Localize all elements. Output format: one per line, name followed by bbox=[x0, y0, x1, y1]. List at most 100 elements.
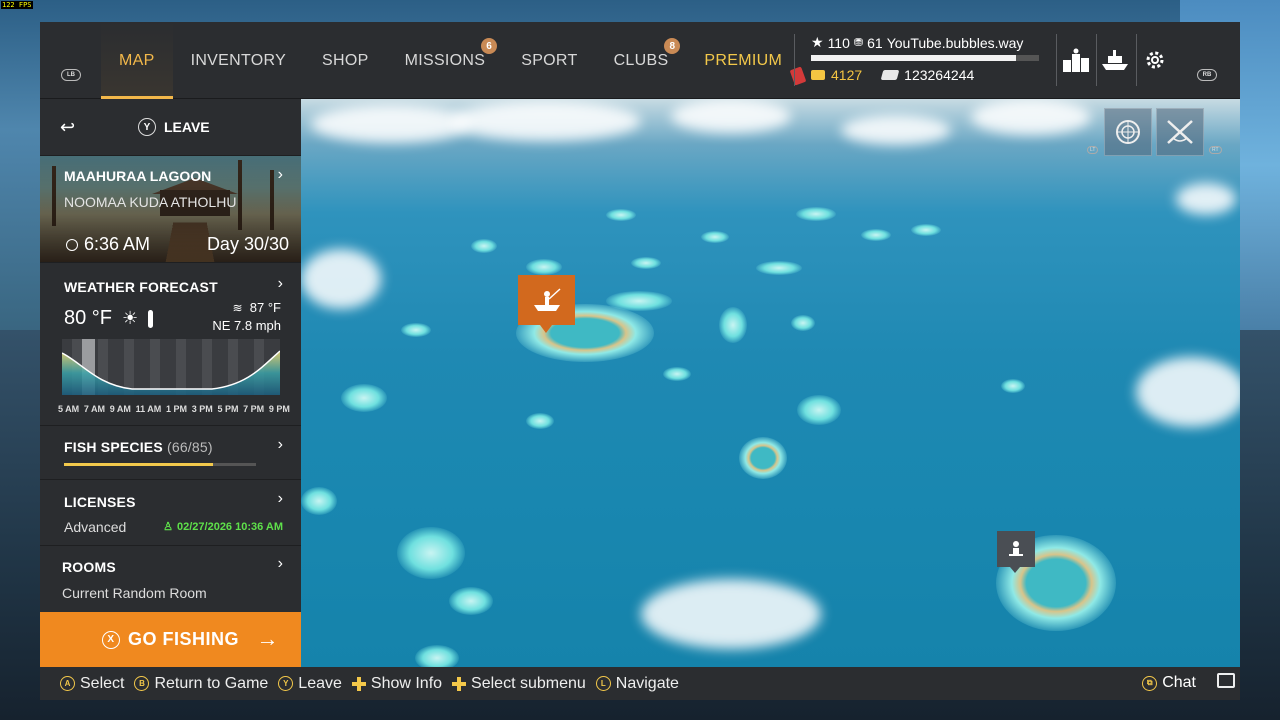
cloud bbox=[671, 99, 791, 133]
licenses-title: LICENSES bbox=[64, 494, 136, 510]
weather-forecast[interactable]: WEATHER FORECAST › 80 °F ☀ ≋ 87 °F NE 7.… bbox=[40, 263, 301, 426]
settings-icon[interactable] bbox=[1140, 46, 1170, 74]
lt-button-icon: LT bbox=[1087, 146, 1099, 154]
air-temperature: 80 °F ☀ bbox=[64, 307, 154, 330]
species-progress-fill bbox=[64, 463, 213, 466]
cash-icon bbox=[880, 70, 900, 80]
go-fishing-button[interactable]: X GO FISHING → bbox=[40, 612, 301, 667]
x-button-icon: X bbox=[101, 630, 120, 649]
fish-species[interactable]: FISH SPECIES (66/85) › bbox=[40, 426, 301, 480]
cash-amount: 123264244 bbox=[904, 67, 975, 83]
island[interactable] bbox=[401, 323, 431, 337]
cloud bbox=[971, 99, 1091, 135]
divider bbox=[1096, 34, 1097, 86]
chevron-right-icon: › bbox=[277, 490, 283, 507]
tab-missions[interactable]: MISSIONS 6 bbox=[387, 22, 504, 99]
ship-icon[interactable] bbox=[1100, 46, 1130, 74]
hint-show-info[interactable]: Show Info bbox=[351, 675, 442, 693]
tab-premium[interactable]: PREMIUM bbox=[686, 22, 807, 99]
island[interactable] bbox=[797, 395, 841, 425]
leave-button[interactable]: Y LEAVE bbox=[138, 118, 210, 136]
chevron-right-icon: › bbox=[277, 166, 283, 183]
gold-icon bbox=[811, 70, 825, 80]
fishing-location-marker[interactable] bbox=[518, 275, 575, 333]
temperature-chart bbox=[62, 339, 280, 395]
rt-button-icon: RT bbox=[1209, 146, 1222, 154]
game-time: 6:36 AM bbox=[66, 234, 150, 255]
tab-inventory[interactable]: INVENTORY bbox=[173, 22, 304, 99]
day-counter: Day 30/30 bbox=[206, 234, 289, 254]
xp-bar bbox=[811, 55, 1039, 61]
tab-sport[interactable]: SPORT bbox=[503, 22, 595, 99]
main-nav: MAP INVENTORY SHOP MISSIONS 6 SPORT CLUBS… bbox=[101, 22, 807, 99]
player-location-marker[interactable] bbox=[997, 531, 1035, 573]
rooms[interactable]: ROOMS › Current Random Room bbox=[40, 546, 301, 612]
licenses[interactable]: LICENSES › Advanced ♙ 02/27/2026 10:36 A… bbox=[40, 480, 301, 546]
weather-title: WEATHER FORECAST bbox=[64, 279, 218, 295]
back-icon[interactable]: ↩ bbox=[60, 117, 75, 138]
island[interactable] bbox=[663, 367, 691, 381]
location-region: NOOMAA KUDA ATHOLHU bbox=[64, 194, 237, 210]
leaderboard-icon[interactable] bbox=[1061, 46, 1091, 74]
island[interactable] bbox=[397, 527, 465, 579]
cloud bbox=[301, 249, 381, 309]
wind-speed: NE 7.8 mph bbox=[212, 318, 281, 333]
island[interactable] bbox=[791, 315, 815, 331]
species-progress-bar bbox=[64, 463, 256, 466]
rb-button-icon[interactable]: RB bbox=[1197, 69, 1217, 81]
chart-hour-labels: 5 AM 7 AM 9 AM 11 AM 1 PM 3 PM 5 PM 7 PM 9 P… bbox=[58, 404, 290, 414]
island[interactable] bbox=[756, 261, 802, 275]
fish-species-title: FISH SPECIES (66/85) bbox=[64, 439, 213, 455]
island[interactable] bbox=[911, 224, 941, 236]
cloud bbox=[1136, 357, 1240, 427]
island[interactable] bbox=[796, 207, 836, 221]
world-map[interactable]: LT RT bbox=[301, 99, 1240, 667]
island[interactable] bbox=[606, 209, 636, 221]
island[interactable] bbox=[631, 257, 661, 269]
player-info: ★ 110 ⛃ 61 YouTube.bubbles.way 4127 1232… bbox=[811, 34, 1041, 83]
island[interactable] bbox=[861, 229, 891, 241]
island[interactable] bbox=[471, 239, 497, 253]
license-icon: ♙ bbox=[163, 521, 173, 533]
leave-label: LEAVE bbox=[164, 119, 210, 135]
hint-navigate[interactable]: L Navigate bbox=[595, 675, 679, 693]
island[interactable] bbox=[449, 587, 493, 615]
island[interactable] bbox=[701, 231, 729, 243]
tab-shop[interactable]: SHOP bbox=[304, 22, 387, 99]
tab-clubs[interactable]: CLUBS 8 bbox=[596, 22, 687, 99]
island[interactable] bbox=[301, 487, 337, 515]
license-expiry: ♙ 02/27/2026 10:36 AM bbox=[163, 520, 283, 534]
location-card[interactable]: MAAHURAA LAGOON NOOMAA KUDA ATHOLHU › 6:… bbox=[40, 156, 301, 263]
waves-icon: ≋ bbox=[232, 301, 243, 315]
cloud bbox=[1176, 183, 1236, 215]
hint-leave[interactable]: Y Leave bbox=[278, 675, 342, 693]
hint-select-submenu[interactable]: Select submenu bbox=[452, 675, 586, 693]
hint-return-to-game[interactable]: B Return to Game bbox=[134, 675, 268, 693]
chat-button[interactable]: ⧉ Chat bbox=[1142, 674, 1196, 692]
tab-map[interactable]: MAP bbox=[101, 22, 173, 99]
lb-button-icon[interactable]: LB bbox=[61, 69, 81, 81]
gold-amount: 4127 bbox=[831, 67, 863, 83]
fps-counter: 122 FPS bbox=[1, 1, 33, 9]
dpad-icon bbox=[351, 676, 366, 691]
island[interactable] bbox=[739, 437, 787, 479]
island[interactable] bbox=[526, 413, 554, 429]
chat-bubble-icon[interactable] bbox=[1217, 673, 1235, 688]
chevron-right-icon: › bbox=[277, 436, 283, 453]
island[interactable] bbox=[526, 259, 562, 275]
island[interactable] bbox=[1001, 379, 1025, 393]
competition-button[interactable] bbox=[1156, 108, 1204, 156]
divider bbox=[1136, 34, 1137, 86]
island[interactable] bbox=[341, 384, 387, 412]
top-bar: LB MAP INVENTORY SHOP MISSIONS 6 SPORT CL… bbox=[40, 22, 1240, 99]
rooms-title: ROOMS bbox=[62, 559, 116, 575]
cloud bbox=[641, 579, 821, 649]
hint-select[interactable]: A Select bbox=[60, 675, 124, 693]
premium-tag-icon bbox=[789, 66, 807, 86]
island[interactable] bbox=[606, 291, 672, 311]
player-rank: 61 bbox=[867, 34, 883, 51]
compass-button[interactable] bbox=[1104, 108, 1152, 156]
island[interactable] bbox=[719, 307, 747, 343]
island[interactable] bbox=[415, 645, 459, 667]
player-name: YouTube.bubbles.way bbox=[886, 34, 1024, 51]
